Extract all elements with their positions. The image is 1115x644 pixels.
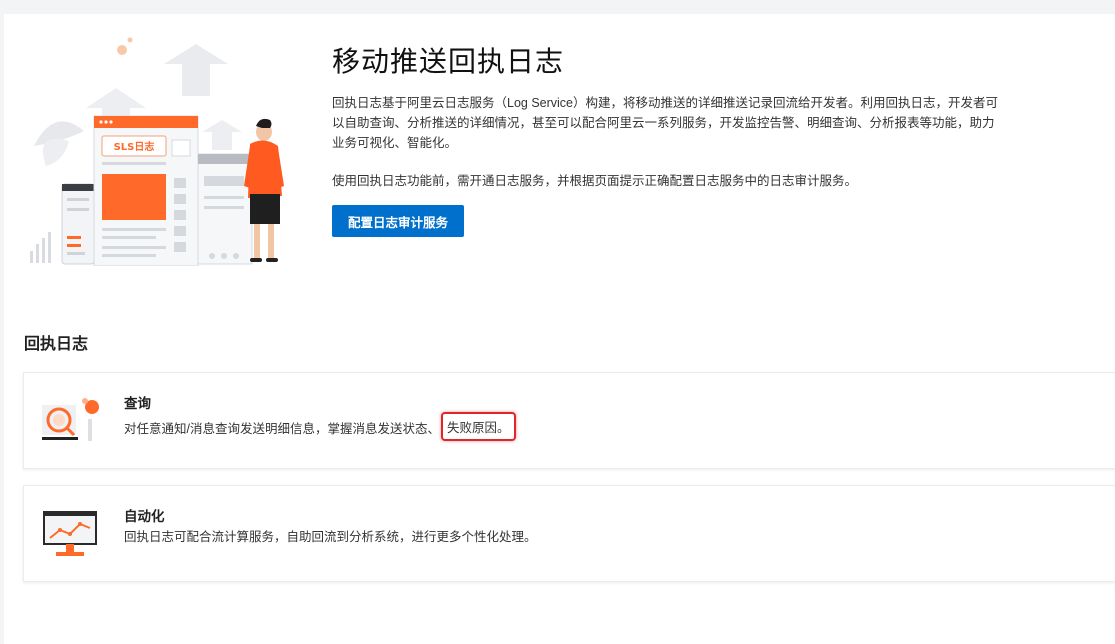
feature-card-query[interactable]: 查询 对任意通知/消息查询发送明细信息，掌握消息发送状态、 失败原因。: [23, 372, 1115, 469]
highlighted-failure-reason: 失败原因。: [440, 412, 516, 441]
sls-log-illustration: SLS日志: [30, 37, 284, 266]
configure-log-audit-button[interactable]: 配置日志审计服务: [332, 205, 464, 237]
card-title-query: 查询: [124, 396, 151, 411]
card-title-automation: 自动化: [124, 509, 165, 524]
illustration-label: SLS日志: [114, 140, 155, 153]
hero-note: 使用回执日志功能前，需开通日志服务，并根据页面提示正确配置日志服务中的日志审计服…: [332, 174, 858, 188]
search-magnifier-icon: [42, 398, 99, 441]
hero-description: 回执日志基于阿里云日志服务（Log Service）构建，将移动推送的详细推送记…: [332, 96, 999, 150]
monitor-chart-icon: [43, 511, 97, 556]
card-description-query: 对任意通知/消息查询发送明细信息，掌握消息发送状态、 失败原因。: [124, 412, 516, 442]
card-description-automation: 回执日志可配合流计算服务，自助回流到分析系统，进行更多个性化处理。: [124, 530, 537, 544]
card-description-text: 对任意通知/消息查询发送明细信息，掌握消息发送状态、: [124, 422, 440, 436]
section-title: 回执日志: [24, 336, 89, 353]
page-title: 移动推送回执日志: [332, 46, 565, 77]
page-container: SLS日志 移动推送回执日志 回执日志基于阿里云日志服务（Log Service…: [4, 14, 1115, 644]
feature-card-automation[interactable]: 自动化 回执日志可配合流计算服务，自助回流到分析系统，进行更多个性化处理。: [23, 485, 1115, 582]
